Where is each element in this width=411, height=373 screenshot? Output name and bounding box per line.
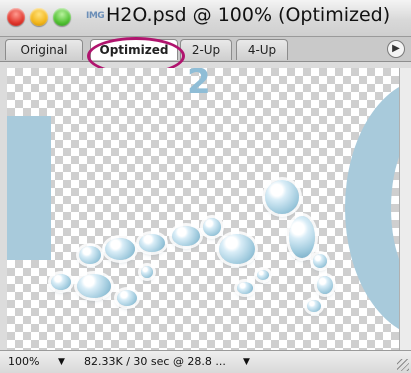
water-drop (51, 274, 71, 290)
info-dropdown-icon[interactable]: ▼ (243, 351, 250, 373)
water-drop (117, 290, 137, 306)
zoom-button-icon[interactable] (53, 8, 71, 26)
window-title: H2O.psd @ 100% (Optimized) (106, 4, 391, 26)
document-icon: IMG (86, 11, 105, 21)
water-drop (141, 266, 153, 278)
image-window: IMG H2O.psd @ 100% (Optimized) Original … (0, 0, 411, 373)
water-drop (203, 218, 221, 236)
water-drop (265, 180, 299, 214)
tab-2-up[interactable]: 2-Up (180, 39, 232, 60)
water-drop (237, 282, 253, 294)
water-drop (77, 274, 111, 298)
triangle-right-icon[interactable]: ▶ (387, 40, 405, 58)
view-tabs: Original Optimized 2-Up 4-Up ▶ (0, 37, 411, 62)
vertical-scrollbar[interactable] (399, 68, 411, 350)
water-drop (289, 216, 315, 258)
water-drop (307, 300, 321, 312)
zoom-level: 100% (8, 355, 40, 368)
resize-grip-icon[interactable] (397, 359, 409, 371)
water-drop (317, 276, 333, 294)
close-button-icon[interactable] (7, 8, 25, 26)
status-bar: 100% ▼ 82.33K / 30 sec @ 28.8 ... ▼ (0, 350, 411, 373)
water-drop (219, 234, 255, 264)
minimize-button-icon[interactable] (30, 8, 48, 26)
water-drop (139, 234, 165, 252)
water-drop (313, 254, 327, 268)
water-drop (105, 238, 135, 260)
file-size-info: 82.33K / 30 sec @ 28.8 ... (84, 355, 226, 368)
tab-optimized[interactable]: Optimized (90, 39, 178, 60)
zoom-dropdown-icon[interactable]: ▼ (58, 351, 65, 373)
tab-4-up[interactable]: 4-Up (236, 39, 288, 60)
artwork-o-shape (345, 78, 399, 338)
title-bar[interactable]: IMG H2O.psd @ 100% (Optimized) (0, 0, 411, 37)
water-drop (257, 270, 269, 280)
artwork-subscript-2: 2 (187, 68, 211, 102)
water-drop (172, 226, 200, 246)
artwork-h-bar (7, 116, 51, 260)
tab-original[interactable]: Original (5, 39, 83, 60)
image-canvas[interactable]: 2 (7, 68, 399, 350)
water-drop (79, 246, 101, 264)
